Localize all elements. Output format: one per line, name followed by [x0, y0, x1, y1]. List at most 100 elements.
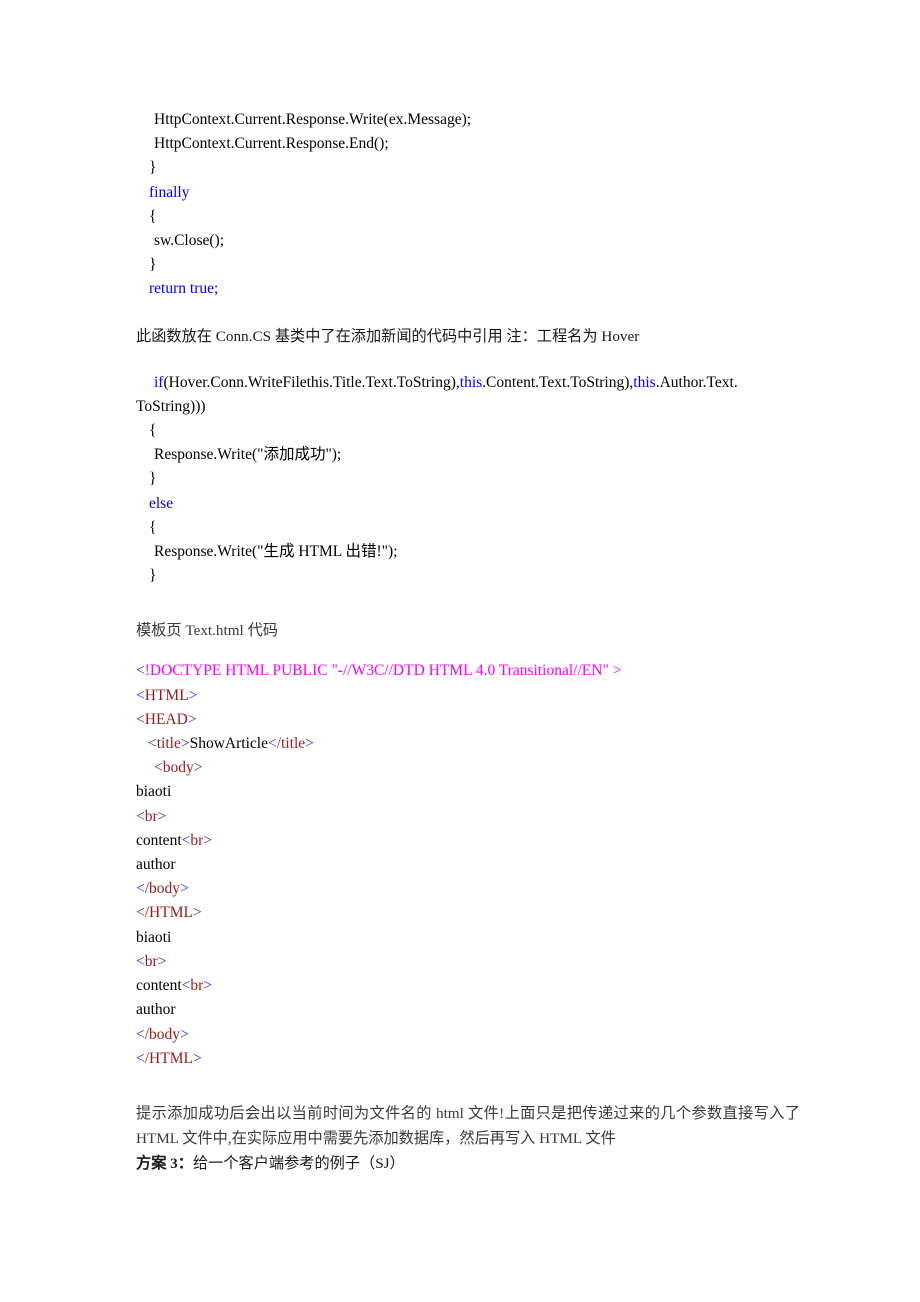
html-template-line: <br> [136, 805, 800, 829]
document-page: HttpContext.Current.Response.Write(ex.Me… [0, 0, 920, 1302]
code-token: (Hover.Conn.WriteFilethis.Title.Text.ToS… [163, 373, 460, 391]
html-template-line: <body> [136, 756, 800, 780]
code-token: /HTML [144, 904, 193, 922]
code-token: < [136, 686, 145, 704]
code-line: else [136, 492, 800, 516]
html-template-line: </body> [136, 877, 800, 901]
html-template-line: <HEAD> [136, 708, 800, 732]
code-token: HTML [144, 686, 189, 704]
html-template-line: <title>ShowArticle</title> [136, 732, 800, 756]
paragraph-solution-3: 方案 3：给一个客户端参考的例子（SJ） [136, 1151, 800, 1176]
code-line: HttpContext.Current.Response.End(); [136, 132, 800, 156]
code-line: if(Hover.Conn.WriteFilethis.Title.Text.T… [136, 371, 800, 395]
code-token: > [192, 904, 202, 922]
code-token: Response.Write("添加成功"); [154, 446, 342, 464]
code-token: { [149, 207, 157, 225]
code-token: /body [144, 880, 181, 898]
code-line-continuation: ToString))) [136, 397, 206, 415]
code-token: > [188, 686, 198, 704]
code-token: !DOCTYPE HTML PUBLIC "-//W3C//DTD HTML 4… [144, 662, 622, 680]
code-block-csharp-1: HttpContext.Current.Response.Write(ex.Me… [136, 108, 800, 302]
code-token: < [267, 735, 277, 753]
code-token: > [203, 977, 213, 995]
html-template-line: <!DOCTYPE HTML PUBLIC "-//W3C//DTD HTML … [136, 659, 800, 683]
code-token: < [136, 1025, 145, 1043]
code-token: /HTML [144, 1049, 193, 1067]
html-template-line: </body> [136, 1023, 800, 1047]
code-line: HttpContext.Current.Response.Write(ex.Me… [136, 108, 800, 132]
code-line: { [136, 516, 800, 540]
html-template-line: </HTML> [136, 1047, 800, 1071]
code-token: > [180, 735, 190, 753]
code-token: .Author.Text. [655, 373, 738, 391]
html-template-line: author [136, 998, 800, 1022]
code-token: biaoti [136, 783, 172, 801]
code-token: } [149, 256, 157, 274]
html-template-line: content<br> [136, 829, 800, 853]
code-token: > [180, 880, 189, 898]
document-content: HttpContext.Current.Response.Write(ex.Me… [136, 108, 800, 1176]
code-line: { [136, 205, 800, 229]
code-token: > [187, 710, 197, 728]
paragraph-function-note: 此函数放在 Conn.CS 基类中了在添加新闻的代码中引用 注：工程名为 Hov… [136, 327, 640, 345]
html-template-line: biaoti [136, 780, 800, 804]
paragraph-tip: 提示添加成功后会出以当前时间为文件名的 html 文件!上面只是把传递过来的几个… [136, 1104, 800, 1147]
code-token: > [305, 735, 314, 753]
code-token: /body [144, 1025, 181, 1043]
code-token: br [190, 977, 204, 995]
code-token: < [136, 952, 145, 970]
code-token: < [154, 759, 163, 777]
code-line: } [136, 467, 800, 491]
code-token: title [156, 735, 181, 753]
html-template-line: author [136, 853, 800, 877]
code-token: content [136, 831, 182, 849]
code-token: br [144, 952, 158, 970]
code-line: } [136, 156, 800, 180]
code-token: else [149, 494, 174, 512]
code-token: HEAD [144, 710, 188, 728]
code-token: HttpContext.Current.Response.Write(ex.Me… [154, 111, 472, 128]
html-template-line: biaoti [136, 926, 800, 950]
code-if-statement: if(Hover.Conn.WriteFilethis.Title.Text.T… [136, 371, 800, 419]
code-line: } [136, 564, 800, 588]
code-token: { [149, 422, 157, 440]
code-token: { [149, 518, 157, 536]
code-token: < [136, 880, 145, 898]
code-token: /title [276, 735, 306, 753]
code-token: > [203, 831, 213, 849]
code-token: > [192, 1049, 202, 1067]
code-token: br [190, 831, 204, 849]
code-token: < [136, 807, 145, 825]
code-token: > [157, 952, 167, 970]
code-token: author [136, 856, 176, 874]
code-token: < [148, 735, 157, 753]
code-token: < [136, 662, 145, 680]
html-template-line: </HTML> [136, 901, 800, 925]
code-token: } [149, 159, 157, 177]
solution-label: 方案 3： [136, 1154, 193, 1172]
html-template-block: <!DOCTYPE HTML PUBLIC "-//W3C//DTD HTML … [136, 659, 800, 1070]
code-line: Response.Write("添加成功"); [136, 443, 800, 467]
code-token: .Content.Text.ToString), [482, 373, 634, 391]
code-token: author [136, 1001, 176, 1019]
solution-text: 给一个客户端参考的例子（SJ） [192, 1154, 405, 1172]
template-heading: 模板页 Text.html 代码 [136, 622, 278, 640]
code-block-csharp-2: { Response.Write("添加成功");} else { Response.W… [136, 419, 800, 588]
code-token: biaoti [136, 928, 172, 946]
code-line: sw.Close(); [136, 229, 800, 253]
code-line: } [136, 253, 800, 277]
code-line: { [136, 419, 800, 443]
code-token: sw.Close(); [154, 232, 225, 250]
code-token: < [136, 904, 145, 922]
code-token: } [149, 470, 157, 488]
code-token: Response.Write("生成 HTML 出错!"); [154, 543, 398, 561]
code-token: > [157, 807, 167, 825]
code-token: content [136, 977, 182, 995]
code-line: Response.Write("生成 HTML 出错!"); [136, 540, 800, 564]
code-token: body [162, 759, 194, 777]
